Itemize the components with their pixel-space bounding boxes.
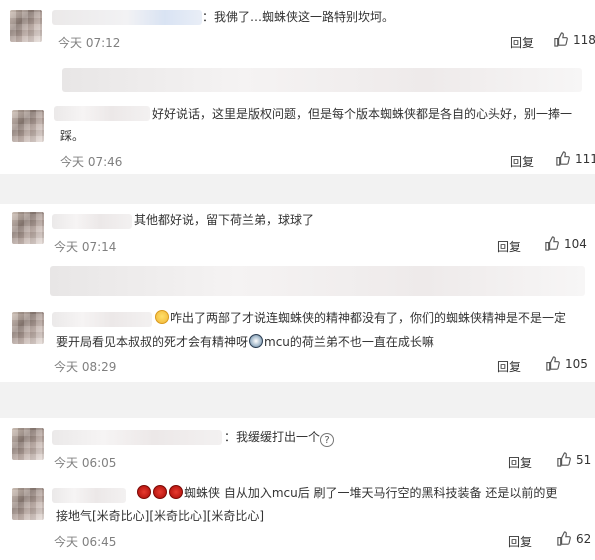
username-blurred[interactable] xyxy=(52,10,202,25)
blurred-strip xyxy=(0,62,595,98)
avatar[interactable] xyxy=(12,488,44,520)
comment-card: 好好说话，这里是版权问题，但是每个版本蜘蛛侠都是各自的心头好，别一捧一 踩。 今… xyxy=(0,98,595,174)
username-blurred[interactable] xyxy=(52,430,222,445)
comment-time: 今天 07:12 xyxy=(58,36,121,50)
avatar[interactable] xyxy=(12,428,44,460)
spider-emoji-icon xyxy=(137,485,151,499)
thumbs-up-icon xyxy=(545,236,559,251)
comment-text-segment: ：我缓缓打出一个 xyxy=(224,430,321,444)
comment-time: 今天 06:05 xyxy=(54,456,117,470)
comment-text: 其他都好说，留下荷兰弟，球球了 xyxy=(134,213,315,227)
spider-emoji-icon xyxy=(153,485,167,499)
comment-text-segment: 蜘蛛侠 自从加入mcu后 刷了一堆天马行空的黑科技装备 还是以前的更 xyxy=(184,486,558,500)
comment-card: ：我缓缓打出一个? 今天 06:05 回复 51 xyxy=(0,418,595,474)
like-button[interactable]: 111 xyxy=(555,151,595,166)
comment-text-line1: 好好说话，这里是版权问题，但是每个版本蜘蛛侠都是各自的心头好，别一捧一 xyxy=(152,107,573,121)
like-button[interactable]: 105 xyxy=(545,356,588,371)
thumbs-up-icon xyxy=(554,32,568,47)
comment-text-segment: 要开局看见本叔叔的死才会有精神呀 xyxy=(56,335,249,349)
comment-card: ：我佛了…蜘蛛侠这一路特别坎坷。 今天 07:12 回复 118 xyxy=(0,0,595,62)
thumbs-up-icon xyxy=(556,151,570,166)
like-count: 111 xyxy=(575,151,595,166)
username-blurred[interactable] xyxy=(52,214,132,229)
like-button[interactable]: 118 xyxy=(553,32,595,47)
reply-button[interactable]: 回复 xyxy=(510,153,534,170)
separator xyxy=(0,382,595,418)
thumbs-up-icon xyxy=(557,531,571,546)
question-icon: ? xyxy=(320,433,335,447)
like-button[interactable]: 104 xyxy=(544,236,587,251)
like-button[interactable]: 62 xyxy=(556,531,591,546)
blurred-content xyxy=(50,266,585,296)
username-blurred[interactable] xyxy=(52,312,152,327)
like-count: 51 xyxy=(576,452,592,467)
like-count: 62 xyxy=(576,531,592,546)
comment-text-line2: 要开局看见本叔叔的死才会有精神呀 mcu的荷兰弟不也一直在成长嘛 xyxy=(56,331,434,353)
comment-card: 蜘蛛侠 自从加入mcu后 刷了一堆天马行空的黑科技装备 还是以前的更 接地气[米… xyxy=(0,474,595,560)
comment-text-line1: 蜘蛛侠 自从加入mcu后 刷了一堆天马行空的黑科技装备 还是以前的更 xyxy=(136,482,557,504)
reply-button[interactable]: 回复 xyxy=(497,238,521,255)
username-blurred[interactable] xyxy=(52,488,126,503)
comment-text: ：我缓缓打出一个? xyxy=(224,426,335,448)
blurred-content xyxy=(62,68,582,92)
avatar[interactable] xyxy=(12,312,44,344)
comment-text-segment: 咋出了两部了才说连蜘蛛侠的精神都没有了，你们的蜘蛛侠精神是不是一定 xyxy=(170,311,567,325)
avatar[interactable] xyxy=(12,110,44,142)
thumbs-up-icon xyxy=(557,452,571,467)
reply-button[interactable]: 回复 xyxy=(497,358,521,375)
comment-text-segment: mcu的荷兰弟不也一直在成长嘛 xyxy=(264,335,434,349)
like-button[interactable]: 51 xyxy=(556,452,591,467)
spider-emoji-icon xyxy=(169,485,183,499)
smile-emoji-icon xyxy=(155,310,169,324)
comment-time: 今天 07:46 xyxy=(60,155,123,169)
thumbs-up-icon xyxy=(546,356,560,371)
comment-text: ：我佛了…蜘蛛侠这一路特别坎坷。 xyxy=(202,10,395,24)
blurred-strip xyxy=(0,260,595,300)
comment-time: 今天 06:45 xyxy=(54,535,117,549)
like-count: 105 xyxy=(565,356,588,371)
reply-button[interactable]: 回复 xyxy=(510,34,534,51)
reply-button[interactable]: 回复 xyxy=(508,454,532,471)
separator xyxy=(0,174,595,204)
crystal-ball-emoji-icon xyxy=(249,334,264,348)
comment-text-line2: 踩。 xyxy=(60,129,85,143)
username-blurred[interactable] xyxy=(54,106,150,121)
comment-time: 今天 07:14 xyxy=(54,240,117,254)
comment-card: 咋出了两部了才说连蜘蛛侠的精神都没有了，你们的蜘蛛侠精神是不是一定 要开局看见本… xyxy=(0,300,595,382)
like-count: 104 xyxy=(564,236,587,251)
comment-card: 其他都好说，留下荷兰弟，球球了 今天 07:14 回复 104 xyxy=(0,204,595,260)
avatar[interactable] xyxy=(12,212,44,244)
reply-button[interactable]: 回复 xyxy=(508,533,532,550)
comment-time: 今天 08:29 xyxy=(54,360,117,374)
like-count: 118 xyxy=(573,32,595,47)
comment-text-line2: 接地气[米奇比心][米奇比心][米奇比心] xyxy=(56,509,265,523)
avatar[interactable] xyxy=(10,10,42,42)
comment-text-line1: 咋出了两部了才说连蜘蛛侠的精神都没有了，你们的蜘蛛侠精神是不是一定 xyxy=(154,307,566,329)
